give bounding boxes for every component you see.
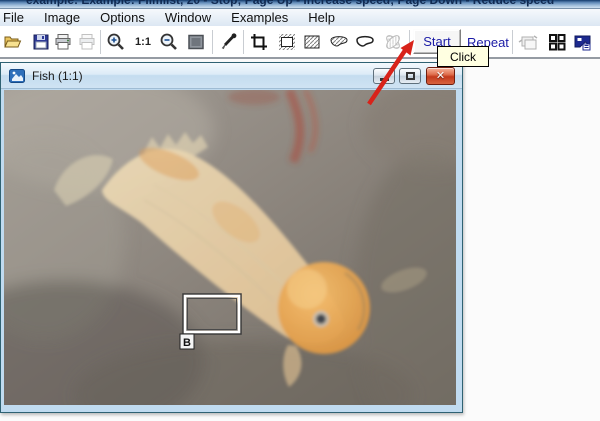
select-rect-marquee-icon[interactable] (276, 31, 298, 53)
minimize-icon (379, 78, 389, 81)
toolbar-separator (100, 30, 101, 54)
film-tool-icon[interactable] (571, 31, 593, 53)
close-icon: ✕ (435, 69, 446, 82)
menubar: File Image Options Window Examples Help (0, 9, 600, 26)
menu-options[interactable]: Options (90, 9, 155, 26)
close-button[interactable]: ✕ (426, 67, 455, 85)
full-screen-icon[interactable] (185, 31, 207, 53)
tile-windows-icon[interactable] (546, 31, 568, 53)
toolbar-separator (243, 30, 244, 54)
copy-transform-icon[interactable] (517, 31, 539, 53)
zoom-in-icon[interactable] (105, 31, 127, 53)
app-title-text: example: Example: Filmlist, 20 - Stop; P… (26, 0, 555, 7)
selection-label-badge: B (179, 333, 195, 350)
fish-window-titlebar[interactable]: Fish (1:1) ✕ (1, 63, 462, 89)
toolbar: 1:1 Start Repeat (0, 26, 600, 59)
app-titlebar[interactable]: example: Example: Filmlist, 20 - Stop; P… (0, 0, 600, 9)
menu-help[interactable]: Help (298, 9, 345, 26)
toolbar-separator (212, 30, 213, 54)
fish-window-title: Fish (1:1) (32, 68, 83, 83)
menu-file[interactable]: File (0, 9, 34, 26)
maximize-button[interactable] (399, 68, 421, 84)
toolbar-separator (512, 30, 513, 54)
print-icon[interactable] (52, 31, 74, 53)
menu-examples[interactable]: Examples (221, 9, 298, 26)
deselect-icon[interactable] (382, 31, 404, 53)
selection-label: B (183, 337, 191, 349)
lasso-icon[interactable] (354, 31, 376, 53)
image-canvas[interactable]: B (4, 90, 456, 405)
image-document-icon (9, 68, 25, 83)
minimize-button[interactable] (373, 68, 395, 84)
actual-size-button[interactable]: 1:1 (133, 31, 153, 53)
zoom-out-icon[interactable] (158, 31, 180, 53)
maximize-icon (405, 72, 415, 80)
eyedropper-icon[interactable] (217, 31, 239, 53)
crop-icon[interactable] (248, 31, 270, 53)
click-tooltip: Click (437, 46, 489, 67)
open-folder-icon[interactable] (1, 31, 23, 53)
lasso-hatched-icon[interactable] (328, 31, 350, 53)
fish-image-window: Fish (1:1) ✕ B (0, 62, 463, 413)
tooltip-text: Click (450, 49, 476, 64)
actual-size-label: 1:1 (135, 36, 151, 48)
menu-window[interactable]: Window (155, 9, 221, 26)
application-window: example: Example: Filmlist, 20 - Stop; P… (0, 0, 600, 421)
save-icon[interactable] (30, 31, 52, 53)
select-rect-filled-icon[interactable] (301, 31, 323, 53)
menu-image[interactable]: Image (34, 9, 90, 26)
print-preview-icon[interactable] (76, 31, 98, 53)
toolbar-separator (409, 30, 410, 54)
